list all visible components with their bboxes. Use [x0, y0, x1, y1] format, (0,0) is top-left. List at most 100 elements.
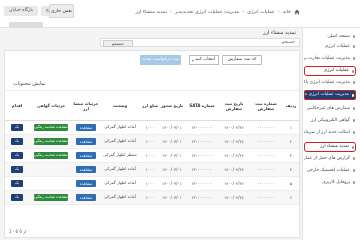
order-number-cell: ۰۰۰۰۰۰۰۰	[249, 162, 283, 177]
bullet-icon	[352, 119, 355, 122]
sidebar-item[interactable]: سفارش های غیرحکایتی	[304, 104, 356, 113]
order-date: ۱۴۰۰/۰۲/۲۶	[224, 167, 244, 172]
breadcrumb-sep: ›	[169, 9, 172, 15]
main-content: تمدید منشاء ارز جستجو جستجو کد ثبت سفارش…	[4, 30, 300, 238]
row-index-cell: ۲	[283, 134, 299, 149]
table-row[interactable]: ۵ ۰۰۰۰۰۰۰۰ ۱۴۰۰/۰۲/۲۶ ۱۳۰۰۰۰۰۰۰۰ ۱۴۰۰/۰۳/۰۱ ۱…	[5, 176, 299, 191]
issue-date: ۱۴۰۰/۰۳/۰۱	[162, 195, 182, 200]
view-button[interactable]: مشاهده	[76, 180, 96, 187]
view-button[interactable]: مشاهده	[76, 152, 96, 159]
order-date: ۱۴۰۰/۰۲/۲۶	[224, 195, 244, 200]
sidebar-item[interactable]: مدیریت عملیات انرژی پاکش	[304, 78, 356, 87]
sidebar-item[interactable]: عملیات انرژی	[304, 42, 356, 51]
search-button[interactable]: جستجو	[103, 40, 133, 47]
breadcrumb: خانه › عملیات انرژی › مدیریت عملیات انرژ…	[135, 9, 300, 15]
order-code-button[interactable]: کد ثبت سفارش	[222, 55, 262, 65]
order-date-cell: ۱۴۰۰/۰۲/۲۶	[219, 134, 249, 149]
row-index: ۶	[289, 195, 293, 200]
sidebar-item[interactable]: تمدید منشاء ارز	[304, 142, 356, 152]
action-button[interactable]: بک	[11, 124, 23, 131]
order-date-cell: ۱۴۰۰/۰۲/۲۶	[219, 190, 249, 205]
action-button[interactable]: بک	[11, 166, 23, 173]
panel-toolbar: کد ثبت سفارش انتخاب کنید ▾ ثبت درخواست ت…	[5, 51, 299, 73]
sidebar-item[interactable]: گزارش های حمل از عمارت	[304, 154, 356, 163]
currency-amount: ۱۰۰۰	[145, 125, 155, 130]
filter-select-value: انتخاب کنید	[194, 57, 215, 62]
tracking-id-button[interactable]: مشاهده شناسه رهگیری	[32, 124, 68, 131]
filter-select[interactable]: انتخاب کنید ▾	[189, 55, 219, 65]
table-row[interactable]: ۱ ۰۰۰۰۰۰۰۰ ۱۴۰۰/۰۲/۲۶ ۱۳۰۰۰۰۰۰۰۰ ۱۴۰۰/۰۳/۰۱ ۱…	[5, 120, 299, 135]
row-index: ۳	[289, 153, 293, 158]
sidebar-item[interactable]: صفحه اصلی	[304, 32, 356, 41]
tracking-id-cell	[29, 176, 73, 191]
breadcrumb-home[interactable]: خانه	[283, 10, 291, 15]
status-text: آماده اظهار گمرکی	[104, 166, 136, 172]
order-number: ۰۰۰۰۰۰۰۰	[257, 167, 275, 172]
tracking-id-button-cell: مشاهده شناسه رهگیری	[29, 148, 73, 163]
action-button[interactable]: بک	[11, 138, 23, 145]
bullet-icon	[352, 35, 355, 38]
order-date: ۱۴۰۰/۰۲/۲۶	[224, 181, 244, 186]
bullet-icon	[352, 157, 355, 160]
table-row[interactable]: ۳ ۰۰۰۰۰۰۰۰ ۱۴۰۰/۰۲/۲۶ ۱۳۰۰۰۰۰۰۰۰ ۱۴۰۰/۰۳/۰۱ ۱…	[5, 148, 299, 163]
view-button[interactable]: مشاهده	[76, 194, 96, 201]
breadcrumb-energy[interactable]: عملیات انرژی	[247, 10, 275, 15]
sidebar-item[interactable]: عملیات لجستیک خارجی	[304, 166, 356, 175]
sidebar-item[interactable]: پروفایل کاربری	[304, 178, 356, 187]
currency-amount-cell: ۱۰۰۰	[141, 190, 159, 205]
table-row[interactable]: ۴ ۰۰۰۰۰۰۰۰ ۱۴۰۰/۰۲/۲۶ ۱۳۰۰۰۰۰۰۰۰ ۱۴۰۰/۰۳/۰۱ ۱…	[5, 162, 299, 177]
bullet-icon	[352, 81, 355, 84]
sidebar-item[interactable]: مدیریت عملیات تجارت برقی	[304, 54, 356, 63]
current-role-tab[interactable]: نقش جاری	[49, 4, 74, 18]
status-text-cell: آماده اظهار گمرکی	[99, 162, 141, 177]
home-icon[interactable]	[294, 9, 300, 15]
bullet-icon	[352, 169, 355, 172]
row-index-cell: ۶	[283, 190, 299, 205]
sidebar-item[interactable]: گواهی الکترونیکی ارز	[304, 116, 356, 125]
order-date: ۱۴۰۰/۰۲/۲۶	[224, 153, 244, 158]
issue-date: ۱۴۰۰/۰۳/۰۱	[162, 153, 182, 158]
action-button[interactable]: بک	[11, 152, 23, 159]
tracking-id-button[interactable]: مشاهده شناسه رهگیری	[32, 152, 68, 159]
bullet-icon	[352, 181, 355, 184]
sidebar-item[interactable]: عملیات انرژی	[304, 66, 356, 76]
sata-number-cell: ۱۳۰۰۰۰۰۰۰۰	[185, 176, 219, 191]
sidebar-item-label: سفارش های غیرحکایتی	[306, 106, 350, 111]
sata-number-cell: ۱۳۰۰۰۰۰۰۰۰	[185, 190, 219, 205]
view-button[interactable]: مشاهده	[76, 138, 96, 145]
request-renewal-button[interactable]: ثبت درخواست تمدید	[140, 55, 181, 65]
column-header: ردیف	[283, 90, 299, 121]
currency-amount-cell: ۱۰۰۰	[141, 134, 159, 149]
action-button-cell: بک	[5, 162, 29, 177]
action-button[interactable]: بک	[11, 194, 23, 201]
status-text: منتظر اظهار گمرکی	[103, 152, 137, 158]
sidebar-item-label: تمدید منشاء ارز	[320, 144, 349, 149]
breadcrumb-renewable[interactable]: مدیریت عملیات انرژی تجدیدپذیر	[175, 10, 239, 15]
action-button[interactable]: بک	[11, 180, 23, 187]
status-text: آماده اظهار گمرکی	[104, 138, 136, 144]
table-row[interactable]: ۶ ۰۰۰۰۰۰۰۰ ۱۴۰۰/۰۲/۲۶ ۱۳۰۰۰۰۰۰۰۰ ۱۴۰۰/۰۳/۰۱ ۱…	[5, 190, 299, 205]
sidebar-item[interactable]: اصالت جدید ارز از سرمایه ها	[304, 128, 356, 137]
tracking-id-button[interactable]: مشاهده شناسه رهگیری	[32, 194, 68, 201]
sidebar-item[interactable]: مدیریت عملیات انرژی تجدیدپذیر	[304, 90, 356, 100]
view-button[interactable]: مشاهده	[76, 166, 96, 173]
bullet-icon	[352, 107, 355, 110]
role-selector[interactable]	[9, 22, 43, 28]
dashboard-chip[interactable]: بازگاه خبایان	[4, 6, 39, 16]
sidebar-item-label: گواهی الکترونیکی ارز	[310, 118, 350, 123]
table-row[interactable]: ۲ ۰۰۰۰۰۰۰۰ ۱۴۰۰/۰۲/۲۶ ۱۳۰۰۰۰۰۰۰۰ ۱۴۰۰/۰۳/۰۱ ۱…	[5, 134, 299, 149]
sata-number: ۱۳۰۰۰۰۰۰۰۰	[191, 139, 213, 144]
column-header: مبلغ ارز	[141, 90, 159, 121]
view-button[interactable]: مشاهده	[76, 124, 96, 131]
row-index: ۱	[289, 125, 293, 130]
status-text-cell: منتظر اظهار گمرکی	[99, 148, 141, 163]
row-index-cell: ۵	[283, 176, 299, 191]
search-input[interactable]: جستجو جستجو	[100, 38, 300, 47]
column-header: اقدام	[5, 90, 29, 121]
tracking-id-button[interactable]: مشاهده شناسه رهگیری	[32, 138, 68, 145]
sidebar-item-label: عملیات لجستیک خارجی	[306, 168, 350, 173]
bullet-icon	[351, 94, 354, 97]
column-header: شماره ثبت سفارش	[249, 90, 283, 121]
action-button-cell: بک	[5, 176, 29, 191]
issue-date: ۱۴۰۰/۰۳/۰۱	[162, 167, 182, 172]
